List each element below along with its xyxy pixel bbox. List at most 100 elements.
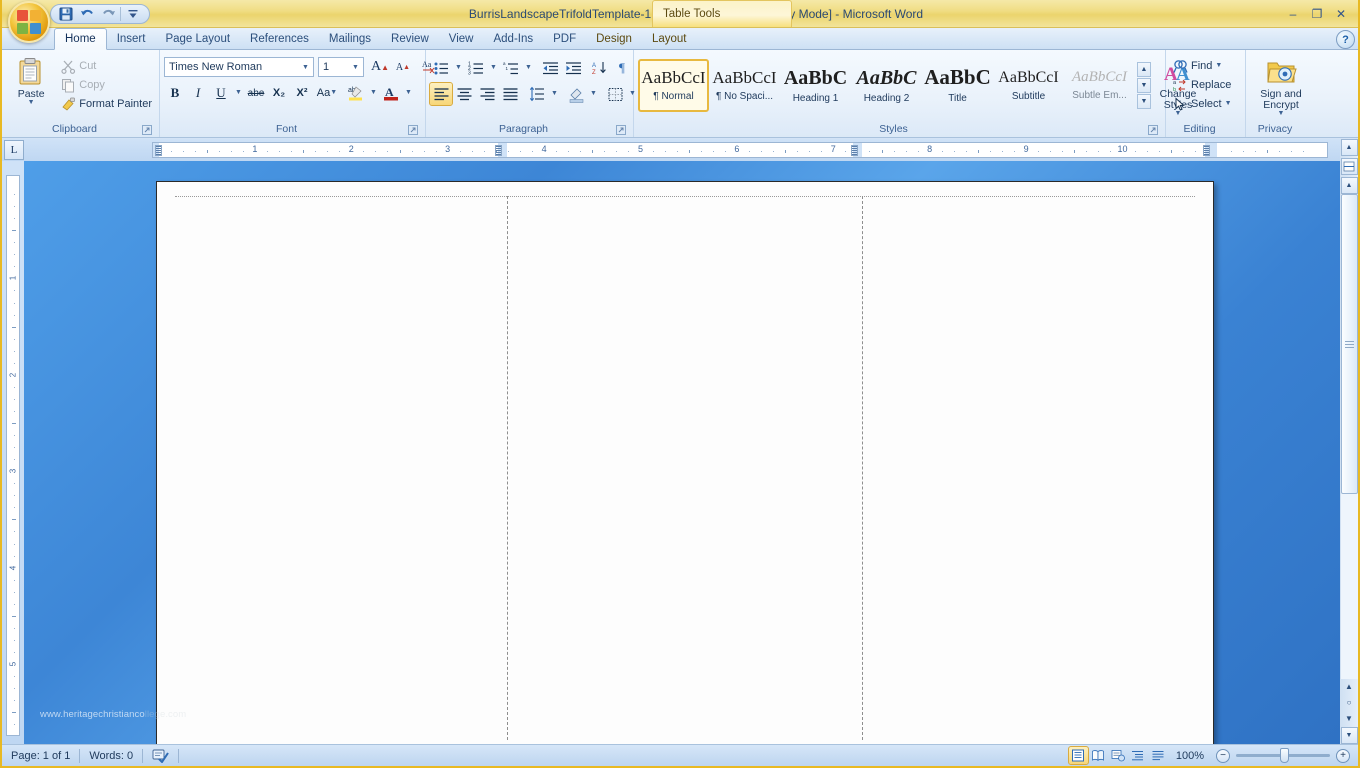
shrink-font-icon[interactable]: A ▲ bbox=[392, 56, 414, 78]
align-center-icon[interactable] bbox=[453, 83, 475, 105]
sign-and-encrypt-button[interactable]: Sign and Encrypt ▼ bbox=[1250, 55, 1312, 119]
borders-icon[interactable] bbox=[604, 83, 626, 105]
tab-layout[interactable]: Layout bbox=[642, 28, 697, 49]
font-color-dropdown-icon[interactable]: ▼ bbox=[403, 82, 414, 104]
show-formatting-marks-icon[interactable]: ¶ bbox=[611, 57, 633, 79]
styles-dialog-launcher[interactable] bbox=[1148, 125, 1159, 136]
select-browse-object-icon[interactable]: ○ bbox=[1341, 695, 1358, 710]
tab-pdf[interactable]: PDF bbox=[543, 28, 586, 49]
styles-more-icon[interactable]: ▼ bbox=[1137, 94, 1151, 109]
style-no-spacing[interactable]: AaBbCcI ¶ No Spaci... bbox=[709, 59, 780, 112]
scroll-down-button[interactable]: ▼ bbox=[1340, 727, 1358, 744]
scroll-up-button[interactable]: ▲ bbox=[1340, 139, 1358, 156]
align-left-icon[interactable] bbox=[429, 82, 453, 106]
line-spacing-dropdown-icon[interactable]: ▼ bbox=[549, 83, 560, 105]
font-name-dropdown-icon[interactable]: ▼ bbox=[298, 58, 313, 76]
office-button[interactable] bbox=[8, 1, 50, 43]
copy-button[interactable]: Copy bbox=[58, 76, 155, 94]
sign-encrypt-dropdown-icon[interactable]: ▼ bbox=[1278, 110, 1285, 117]
scroll-page-up-button[interactable]: ▲ bbox=[1340, 177, 1358, 194]
print-layout-view-icon[interactable] bbox=[1067, 746, 1089, 765]
ruler-column-marker[interactable] bbox=[851, 145, 858, 156]
horizontal-ruler-scale[interactable]: 1 2 3 4 5 6 7 8 9 10 bbox=[152, 142, 1328, 158]
ruler-column-marker[interactable] bbox=[1203, 145, 1210, 156]
align-right-icon[interactable] bbox=[476, 83, 498, 105]
tab-mailings[interactable]: Mailings bbox=[319, 28, 381, 49]
underline-button[interactable]: U bbox=[210, 82, 232, 104]
tab-page-layout[interactable]: Page Layout bbox=[155, 28, 240, 49]
help-icon[interactable]: ? bbox=[1336, 30, 1355, 49]
cut-button[interactable]: Cut bbox=[58, 57, 155, 75]
restore-button[interactable]: ❐ bbox=[1306, 5, 1328, 23]
tab-review[interactable]: Review bbox=[381, 28, 439, 49]
font-color-button[interactable]: A bbox=[380, 82, 402, 104]
text-highlight-icon[interactable]: ab bbox=[345, 82, 367, 104]
font-size-combo[interactable]: 1 ▼ bbox=[318, 57, 364, 77]
italic-button[interactable]: I bbox=[187, 82, 209, 104]
document-page[interactable] bbox=[156, 181, 1214, 744]
bullets-icon[interactable] bbox=[430, 57, 452, 79]
numbering-icon[interactable]: 123 bbox=[465, 57, 487, 79]
zoom-track[interactable] bbox=[1236, 748, 1330, 763]
style-normal[interactable]: AaBbCcI ¶ Normal bbox=[638, 59, 709, 112]
zoom-level[interactable]: 100% bbox=[1174, 745, 1208, 766]
tab-insert[interactable]: Insert bbox=[107, 28, 156, 49]
change-case-button[interactable]: Aa ▼ bbox=[314, 82, 340, 104]
find-dropdown-icon[interactable]: ▼ bbox=[1215, 62, 1222, 69]
replace-button[interactable]: a b Replace bbox=[1170, 76, 1234, 94]
ruler-column-marker[interactable] bbox=[155, 145, 162, 156]
font-size-dropdown-icon[interactable]: ▼ bbox=[348, 58, 363, 76]
select-button[interactable]: Select ▼ bbox=[1170, 95, 1235, 113]
styles-scroll-up-icon[interactable]: ▲ bbox=[1137, 62, 1151, 77]
ruler-column-marker[interactable] bbox=[495, 145, 502, 156]
zoom-thumb[interactable] bbox=[1280, 748, 1289, 763]
highlight-dropdown-icon[interactable]: ▼ bbox=[368, 82, 379, 104]
previous-page-icon[interactable]: ▲ bbox=[1341, 679, 1358, 694]
vertical-scrollbar[interactable]: ▲ ▲ ▲ ○ ▼ ▼ bbox=[1340, 139, 1358, 744]
superscript-button[interactable]: X² bbox=[291, 82, 313, 104]
numbering-dropdown-icon[interactable]: ▼ bbox=[488, 57, 499, 79]
style-heading-1[interactable]: AaBbC Heading 1 bbox=[780, 59, 851, 112]
proofing-errors-icon[interactable] bbox=[143, 745, 178, 766]
tab-references[interactable]: References bbox=[240, 28, 319, 49]
paste-dropdown-icon[interactable]: ▼ bbox=[28, 99, 35, 106]
scroll-thumb[interactable] bbox=[1340, 194, 1358, 494]
shading-icon[interactable] bbox=[565, 83, 587, 105]
save-icon[interactable] bbox=[57, 5, 75, 22]
word-count-status[interactable]: Words: 0 bbox=[80, 745, 142, 766]
increase-indent-icon[interactable] bbox=[562, 57, 584, 79]
style-subtitle[interactable]: AaBbCcI Subtitle bbox=[993, 59, 1064, 112]
zoom-in-button[interactable]: + bbox=[1336, 748, 1350, 763]
vertical-ruler[interactable]: 1 2 3 4 5 bbox=[2, 161, 24, 744]
vertical-ruler-scale[interactable]: 1 2 3 4 5 bbox=[6, 175, 20, 736]
decrease-indent-icon[interactable] bbox=[539, 57, 561, 79]
next-page-icon[interactable]: ▼ bbox=[1341, 711, 1358, 726]
close-button[interactable]: ✕ bbox=[1330, 5, 1352, 23]
scroll-track[interactable] bbox=[1340, 194, 1358, 679]
horizontal-ruler[interactable]: L 1 2 3 4 5 6 7 8 9 10 bbox=[2, 139, 1340, 161]
tab-view[interactable]: View bbox=[439, 28, 484, 49]
paragraph-dialog-launcher[interactable] bbox=[616, 125, 627, 136]
find-button[interactable]: Find ▼ bbox=[1170, 57, 1225, 75]
style-title[interactable]: AaBbC Title bbox=[922, 59, 993, 112]
format-painter-button[interactable]: Format Painter bbox=[58, 95, 155, 113]
minimize-button[interactable]: – bbox=[1282, 5, 1304, 23]
sort-icon[interactable]: A Z bbox=[588, 57, 610, 79]
zoom-out-button[interactable]: − bbox=[1216, 748, 1230, 763]
style-subtle-emphasis[interactable]: AaBbCcI Subtle Em... bbox=[1064, 59, 1135, 112]
draft-view-icon[interactable] bbox=[1149, 747, 1168, 764]
shading-dropdown-icon[interactable]: ▼ bbox=[588, 83, 599, 105]
font-dialog-launcher[interactable] bbox=[408, 125, 419, 136]
document-canvas[interactable]: www.heritagechristiancollege.com bbox=[24, 161, 1340, 744]
subscript-button[interactable]: X₂ bbox=[268, 82, 290, 104]
justify-icon[interactable] bbox=[499, 83, 521, 105]
zoom-slider[interactable]: − + bbox=[1216, 748, 1350, 763]
full-screen-reading-view-icon[interactable] bbox=[1089, 747, 1108, 764]
font-name-combo[interactable]: Times New Roman ▼ bbox=[164, 57, 314, 77]
outline-view-icon[interactable] bbox=[1129, 747, 1148, 764]
bullets-dropdown-icon[interactable]: ▼ bbox=[453, 57, 464, 79]
tab-stop-selector[interactable]: L bbox=[4, 140, 24, 160]
multilevel-list-icon[interactable]: a1 bbox=[500, 57, 522, 79]
style-heading-2[interactable]: AaBbC Heading 2 bbox=[851, 59, 922, 112]
multilevel-dropdown-icon[interactable]: ▼ bbox=[523, 57, 534, 79]
